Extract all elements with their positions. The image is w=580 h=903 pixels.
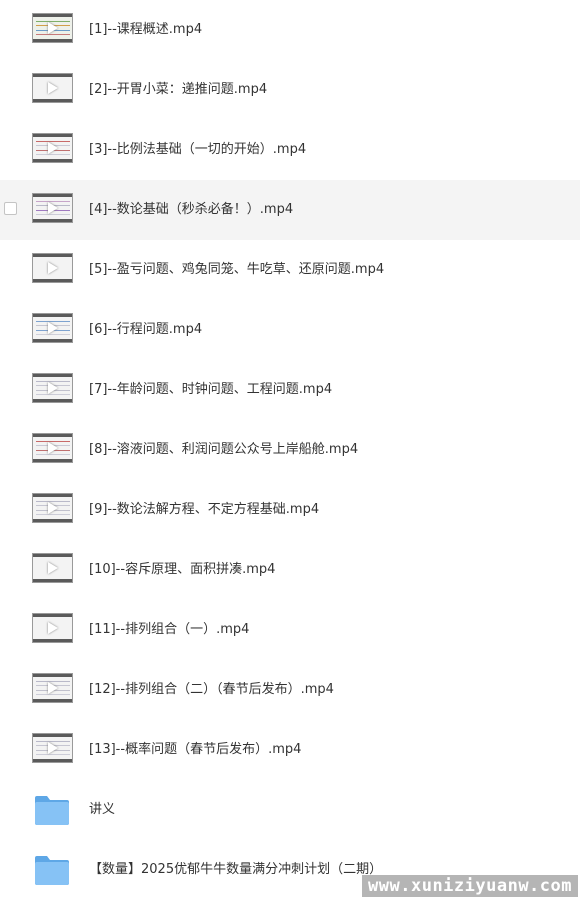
file-row-5[interactable]: [5]--盈亏问题、鸡兔同笼、牛吃草、还原问题.mp4 bbox=[0, 240, 580, 300]
file-name[interactable]: [9]--数论法解方程、不定方程基础.mp4 bbox=[89, 480, 319, 540]
file-name[interactable]: [1]--课程概述.mp4 bbox=[89, 0, 202, 60]
file-row-10[interactable]: [10]--容斥原理、面积拼凑.mp4 bbox=[0, 540, 580, 600]
file-name[interactable]: [5]--盈亏问题、鸡兔同笼、牛吃草、还原问题.mp4 bbox=[89, 240, 384, 300]
file-name[interactable]: [11]--排列组合（一）.mp4 bbox=[89, 600, 249, 660]
folder-name[interactable]: 【数量】2025优郁牛牛数量满分冲刺计划（二期） bbox=[89, 840, 382, 900]
file-name[interactable]: [12]--排列组合（二）（春节后发布）.mp4 bbox=[89, 660, 334, 720]
file-row-7[interactable]: [7]--年龄问题、时钟问题、工程问题.mp4 bbox=[0, 360, 580, 420]
file-list: [1]--课程概述.mp4 [2]--开胃小菜：递推问题.mp4 [3]--比例… bbox=[0, 0, 580, 900]
file-name[interactable]: [2]--开胃小菜：递推问题.mp4 bbox=[89, 60, 267, 120]
video-thumbnail-icon bbox=[32, 613, 73, 643]
file-name[interactable]: [7]--年龄问题、时钟问题、工程问题.mp4 bbox=[89, 360, 332, 420]
video-thumbnail-icon bbox=[32, 133, 73, 163]
file-row-12[interactable]: [12]--排列组合（二）（春节后发布）.mp4 bbox=[0, 660, 580, 720]
video-thumbnail-icon bbox=[32, 733, 73, 763]
file-name[interactable]: [8]--溶液问题、利润问题公众号上岸船舱.mp4 bbox=[89, 420, 358, 480]
video-thumbnail-icon bbox=[32, 253, 73, 283]
file-name[interactable]: [4]--数论基础（秒杀必备！）.mp4 bbox=[89, 180, 293, 240]
video-thumbnail-icon bbox=[32, 673, 73, 703]
file-row-11[interactable]: [11]--排列组合（一）.mp4 bbox=[0, 600, 580, 660]
file-row-2[interactable]: [2]--开胃小菜：递推问题.mp4 bbox=[0, 60, 580, 120]
file-name[interactable]: [3]--比例法基础（一切的开始）.mp4 bbox=[89, 120, 306, 180]
file-row-9[interactable]: [9]--数论法解方程、不定方程基础.mp4 bbox=[0, 480, 580, 540]
file-name[interactable]: [13]--概率问题（春节后发布）.mp4 bbox=[89, 720, 301, 780]
video-thumbnail-icon bbox=[32, 193, 73, 223]
video-thumbnail-icon bbox=[32, 553, 73, 583]
video-thumbnail-icon bbox=[32, 493, 73, 523]
file-row-4[interactable]: [4]--数论基础（秒杀必备！）.mp4 bbox=[0, 180, 580, 240]
file-row-3[interactable]: [3]--比例法基础（一切的开始）.mp4 bbox=[0, 120, 580, 180]
folder-row-1[interactable]: 讲义 bbox=[0, 780, 580, 840]
video-thumbnail-icon bbox=[32, 373, 73, 403]
video-thumbnail-icon bbox=[32, 313, 73, 343]
video-thumbnail-icon bbox=[32, 73, 73, 103]
folder-icon bbox=[35, 856, 69, 885]
folder-icon bbox=[35, 796, 69, 825]
video-thumbnail-icon bbox=[32, 433, 73, 463]
file-row-6[interactable]: [6]--行程问题.mp4 bbox=[0, 300, 580, 360]
video-thumbnail-icon bbox=[32, 13, 73, 43]
file-name[interactable]: [6]--行程问题.mp4 bbox=[89, 300, 202, 360]
file-name[interactable]: [10]--容斥原理、面积拼凑.mp4 bbox=[89, 540, 275, 600]
file-row-13[interactable]: [13]--概率问题（春节后发布）.mp4 bbox=[0, 720, 580, 780]
row-checkbox[interactable] bbox=[4, 202, 17, 215]
file-row-8[interactable]: [8]--溶液问题、利润问题公众号上岸船舱.mp4 bbox=[0, 420, 580, 480]
folder-name[interactable]: 讲义 bbox=[89, 780, 115, 840]
file-row-1[interactable]: [1]--课程概述.mp4 bbox=[0, 0, 580, 60]
watermark: www.xuniziyuanw.com bbox=[362, 875, 578, 897]
